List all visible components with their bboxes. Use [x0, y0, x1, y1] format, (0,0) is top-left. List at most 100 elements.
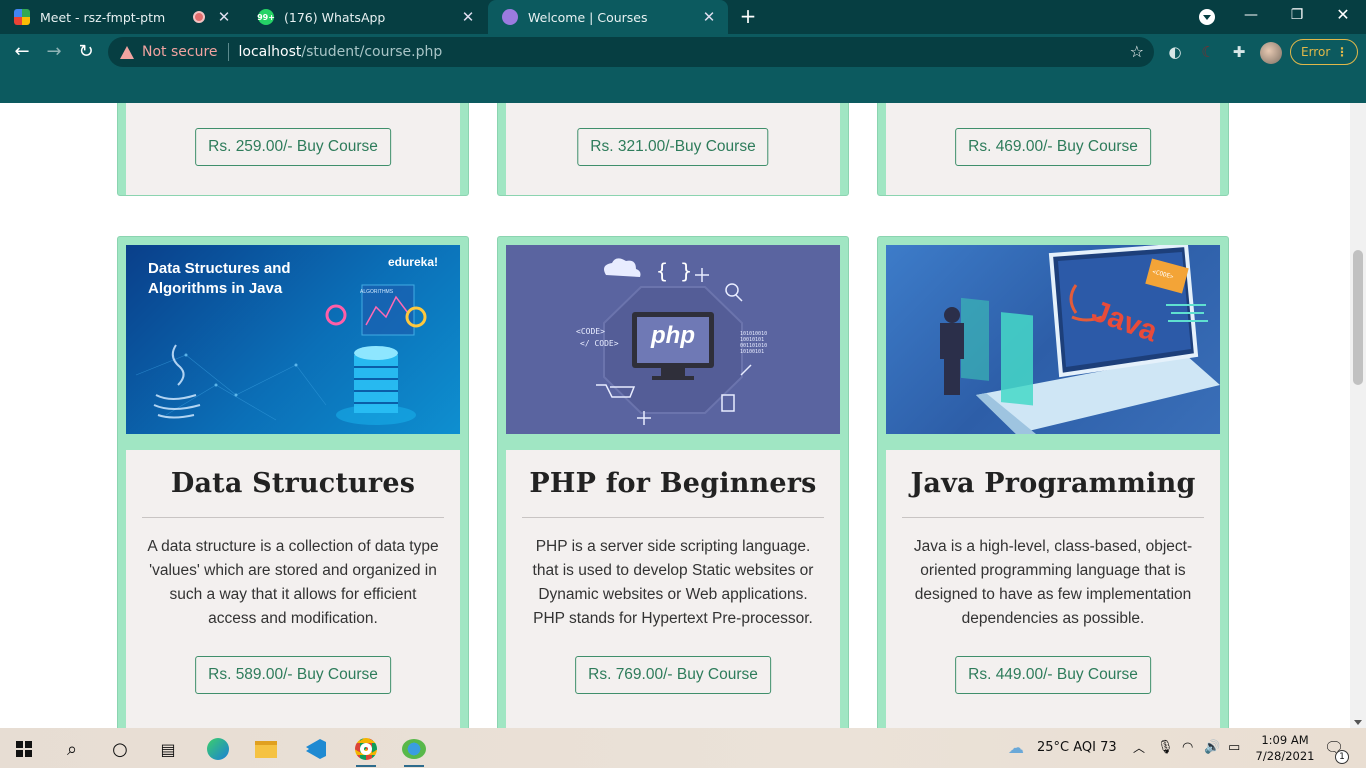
course-description: Java is a high-level, class-based, objec…: [913, 538, 1193, 627]
app-icon[interactable]: [394, 733, 434, 767]
puzzle-extensions-icon[interactable]: ✚: [1229, 42, 1249, 62]
edge-icon[interactable]: [198, 733, 238, 765]
battery-icon[interactable]: ▭: [1228, 728, 1240, 768]
course-image: php <CODE> </ CODE> { } 101010010 100101…: [506, 245, 840, 434]
course-title: Java Programming: [910, 468, 1196, 499]
chrome-icon[interactable]: [346, 733, 386, 767]
minimize-button[interactable]: —: [1228, 0, 1274, 30]
search-icon[interactable]: ⌕: [52, 733, 92, 765]
buy-course-button[interactable]: Rs. 589.00/- Buy Course: [195, 656, 391, 694]
google-meet-icon: [14, 9, 30, 25]
course-image: Java <CODE>: [886, 245, 1220, 434]
close-icon[interactable]: ✕: [459, 8, 477, 26]
image-label: ALGORITHMS: [360, 289, 394, 295]
course-card: Rs. 321.00/-Buy Course: [497, 103, 849, 196]
course-image: Data Structures and Algorithms in Java e…: [126, 245, 460, 434]
course-card-java: Java <CODE> Java Programming Java is a h…: [877, 236, 1229, 728]
browser-toolbar: ← → ↻ Not secure localhost/student/cours…: [0, 34, 1366, 70]
card-body: PHP for Beginners PHP is a server side s…: [506, 450, 840, 728]
start-button[interactable]: [4, 733, 44, 765]
maximize-button[interactable]: ❐: [1274, 0, 1320, 30]
forward-button[interactable]: →: [42, 40, 66, 64]
notification-badge: 1: [1335, 750, 1349, 764]
buy-course-button[interactable]: Rs. 321.00/-Buy Course: [577, 128, 769, 166]
weather-text[interactable]: 25°C AQI 73: [1037, 728, 1117, 768]
courses-site-icon: [502, 9, 518, 25]
new-tab-button[interactable]: +: [737, 6, 759, 28]
tab-title: (176) WhatsApp: [284, 9, 386, 25]
tab-title: Meet - rsz-fmpt-ptm: [40, 9, 166, 25]
course-description: PHP is a server side scripting language.…: [532, 538, 814, 627]
cortana-icon[interactable]: ○: [100, 733, 140, 765]
error-button[interactable]: Error ⋮: [1290, 39, 1358, 65]
card-body: Java Programming Java is a high-level, c…: [886, 450, 1220, 728]
buy-course-button[interactable]: Rs. 769.00/- Buy Course: [575, 656, 771, 694]
task-view-icon[interactable]: ▤: [148, 733, 188, 765]
date-text: 7/28/2021: [1255, 749, 1315, 763]
braces-icon: { }: [656, 259, 693, 283]
windows-taskbar: ⌕ ○ ▤ ☁ 25°C AQI 73 ︿ 🎙 ◠ 🔊 ▭ 1:09 AM 7/…: [0, 728, 1366, 768]
buy-course-button[interactable]: Rs. 469.00/- Buy Course: [955, 128, 1151, 166]
php-logo: php: [651, 322, 695, 349]
tab-search-icon[interactable]: [1199, 9, 1215, 25]
code-tag: <CODE>: [576, 327, 605, 336]
card-body: Rs. 469.00/- Buy Course: [886, 103, 1220, 195]
close-icon[interactable]: ✕: [215, 8, 233, 26]
wifi-icon[interactable]: ◠: [1182, 728, 1193, 768]
tab-courses[interactable]: Welcome | Courses ✕: [488, 0, 728, 34]
course-description: A data structure is a collection of data…: [147, 538, 439, 627]
error-label: Error: [1301, 45, 1331, 59]
clock[interactable]: 1:09 AM 7/28/2021: [1250, 732, 1320, 764]
scrollbar-thumb[interactable]: [1353, 250, 1363, 385]
chevron-up-icon[interactable]: ︿: [1133, 728, 1145, 768]
address-bar[interactable]: Not secure localhost/student/course.php …: [108, 37, 1154, 67]
unread-badge: 99+: [257, 12, 275, 22]
buy-course-button[interactable]: Rs. 259.00/- Buy Course: [195, 128, 391, 166]
tab-meet[interactable]: Meet - rsz-fmpt-ptm ✕: [0, 0, 243, 34]
extension-icon[interactable]: ☾: [1198, 42, 1218, 62]
windows-logo-icon: [16, 741, 32, 757]
warning-icon: [120, 45, 134, 59]
weather-icon[interactable]: ☁: [1008, 728, 1024, 768]
window-close-button[interactable]: ✕: [1320, 0, 1366, 30]
scroll-down-arrow-icon[interactable]: [1354, 720, 1362, 725]
edureka-logo: edureka!: [387, 255, 438, 269]
course-card-data-structures: Data Structures and Algorithms in Java e…: [117, 236, 469, 728]
time-text: 1:09 AM: [1261, 733, 1309, 747]
course-card-php: php <CODE> </ CODE> { } 101010010 100101…: [497, 236, 849, 728]
card-body: Rs. 259.00/- Buy Course: [126, 103, 460, 195]
security-label[interactable]: Not secure: [142, 44, 218, 60]
extension-icon[interactable]: ◐: [1165, 42, 1185, 62]
buy-course-button[interactable]: Rs. 449.00/- Buy Course: [955, 656, 1151, 694]
binary-text: 101010010 10010101 001101010 10100101: [740, 331, 768, 355]
course-title: Data Structures: [170, 468, 416, 499]
volume-icon[interactable]: 🔊: [1204, 728, 1220, 768]
recording-icon: [193, 11, 205, 23]
course-card: Rs. 259.00/- Buy Course: [117, 103, 469, 196]
back-button[interactable]: ←: [10, 40, 34, 64]
course-card: Rs. 469.00/- Buy Course: [877, 103, 1229, 196]
url-host: localhost: [238, 44, 302, 60]
profile-avatar[interactable]: [1260, 42, 1282, 64]
card-body: Data Structures A data structure is a co…: [126, 450, 460, 728]
tab-whatsapp[interactable]: 99+ (176) WhatsApp ✕: [244, 0, 487, 34]
page-content: Rs. 259.00/- Buy Course Rs. 321.00/-Buy …: [0, 103, 1350, 728]
card-body: Rs. 321.00/-Buy Course: [506, 103, 840, 195]
tab-title: Welcome | Courses: [528, 9, 648, 25]
image-heading: Data Structures and Algorithms in Java: [148, 260, 291, 297]
site-header-bar: [0, 70, 1366, 103]
close-icon[interactable]: ✕: [700, 8, 718, 26]
course-title: PHP for Beginners: [529, 468, 817, 499]
divider: [227, 43, 229, 61]
reload-button[interactable]: ↻: [74, 40, 98, 64]
vscode-icon[interactable]: [296, 733, 336, 765]
whatsapp-icon: 99+: [257, 9, 275, 25]
browser-tab-bar: Meet - rsz-fmpt-ptm ✕ 99+ (176) WhatsApp…: [0, 0, 1366, 34]
url-path: /student/course.php: [301, 44, 443, 60]
page-scrollbar[interactable]: [1350, 103, 1366, 728]
microphone-icon[interactable]: 🎙: [1157, 728, 1174, 768]
file-explorer-icon[interactable]: [246, 733, 286, 765]
code-tag: </ CODE>: [580, 339, 619, 348]
menu-dots-icon: ⋮: [1336, 45, 1348, 59]
bookmark-star-icon[interactable]: ☆: [1130, 42, 1144, 61]
